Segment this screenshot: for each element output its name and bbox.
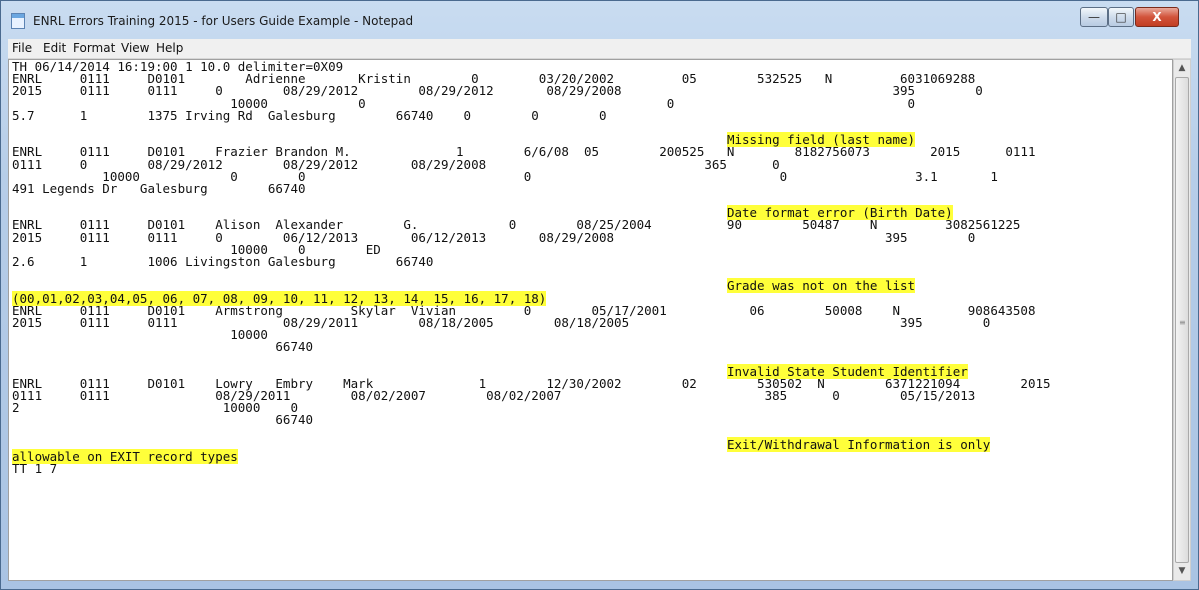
- scroll-down-icon[interactable]: ▼: [1174, 563, 1190, 580]
- text-line: 66740: [12, 412, 314, 428]
- highlighted-annotation: Exit/Withdrawal Information is only: [726, 436, 991, 452]
- title-bar[interactable]: ENRL Errors Training 2015 - for Users Gu…: [1, 1, 1198, 39]
- menu-format[interactable]: Format: [73, 41, 115, 55]
- vertical-scrollbar[interactable]: ▲ ≡ ▼: [1173, 59, 1191, 581]
- text-line: TT 1 7: [12, 461, 58, 477]
- menu-file[interactable]: File: [12, 41, 32, 55]
- text-line: 2.6 1 1006 Livingston Galesburg 66740: [12, 254, 434, 269]
- text-editor[interactable]: TH 06/14/2014 16:19:00 1 10.0 delimiter=…: [8, 59, 1173, 581]
- text-line: 491 Legends Dr Galesburg 66740: [12, 180, 306, 196]
- highlighted-annotation: Grade was not on the list: [726, 278, 916, 294]
- close-button[interactable]: X: [1135, 7, 1179, 27]
- text-line: allowable on EXIT record types: [12, 449, 1051, 464]
- window-title: ENRL Errors Training 2015 - for Users Gu…: [33, 14, 414, 28]
- menu-edit[interactable]: Edit: [43, 41, 66, 55]
- maximize-button[interactable]: □: [1108, 7, 1134, 27]
- text-line: 66740: [12, 339, 314, 355]
- menu-help[interactable]: Help: [156, 41, 183, 55]
- menu-view[interactable]: View: [121, 41, 149, 55]
- text-line: 5.7 1 1375 Irving Rd Galesburg 66740 0 0…: [12, 107, 607, 123]
- grip-icon: ≡: [1179, 318, 1186, 327]
- scroll-up-icon[interactable]: ▲: [1174, 60, 1190, 77]
- minimize-button[interactable]: —: [1080, 7, 1108, 27]
- scroll-thumb[interactable]: ≡: [1175, 77, 1189, 563]
- notepad-window: ENRL Errors Training 2015 - for Users Gu…: [0, 0, 1199, 590]
- notepad-icon: [11, 13, 25, 29]
- editor-content[interactable]: TH 06/14/2014 16:19:00 1 10.0 delimiter=…: [12, 60, 1051, 477]
- menu-bar: File Edit Format View Help: [8, 39, 1191, 59]
